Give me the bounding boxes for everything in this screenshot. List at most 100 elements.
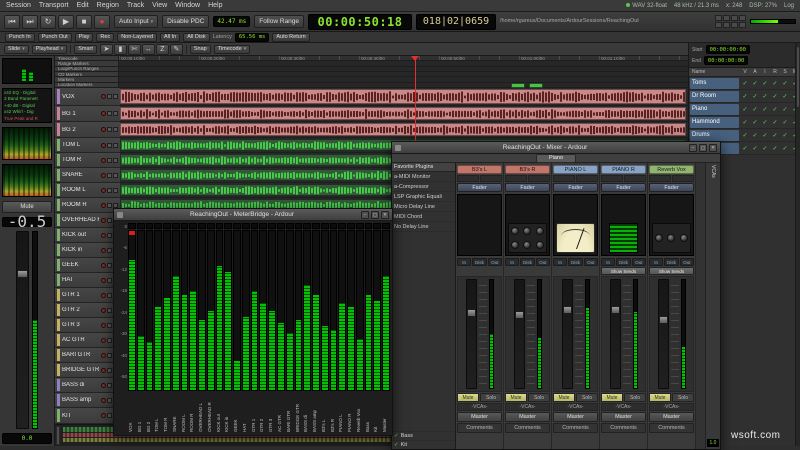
- track-lane[interactable]: [120, 122, 688, 138]
- show-sends-button[interactable]: Show Sends: [601, 267, 646, 275]
- channel-fader[interactable]: [466, 279, 477, 389]
- loop-button[interactable]: ↻: [40, 15, 56, 29]
- io-out-button[interactable]: Out: [488, 258, 502, 266]
- location-marker[interactable]: [529, 83, 543, 88]
- track-header[interactable]: BASS di: [55, 378, 120, 393]
- record-enable-button[interactable]: [101, 398, 106, 403]
- auto-input-combo[interactable]: Auto Input▾: [114, 15, 158, 28]
- visibility-check[interactable]: ✓: [770, 119, 780, 126]
- phase-button[interactable]: [480, 175, 502, 182]
- io-disk-button[interactable]: Disk: [520, 258, 534, 266]
- input-button[interactable]: [553, 175, 575, 182]
- processor-box[interactable]: [601, 194, 646, 256]
- io-out-button[interactable]: Out: [632, 258, 646, 266]
- solo-button[interactable]: Solo: [624, 393, 646, 402]
- solo-button[interactable]: [113, 203, 118, 208]
- input-button[interactable]: [457, 175, 479, 182]
- output-button[interactable]: Master: [553, 412, 598, 422]
- plugin-knob[interactable]: [511, 241, 519, 249]
- fader-handle[interactable]: [515, 311, 524, 319]
- mute-button[interactable]: [107, 413, 112, 418]
- plugin-knob[interactable]: [511, 227, 519, 235]
- gain-control[interactable]: Fader: [505, 183, 550, 192]
- visibility-check[interactable]: ✓: [770, 106, 780, 113]
- io-disk-button[interactable]: Disk: [472, 258, 486, 266]
- solo-button[interactable]: [113, 173, 118, 178]
- record-enable-button[interactable]: [101, 173, 106, 178]
- track-header[interactable]: ROOM R: [55, 198, 120, 213]
- mute-button[interactable]: [107, 127, 112, 132]
- menu-view[interactable]: View: [152, 2, 167, 9]
- track-header[interactable]: TOM L: [55, 138, 120, 153]
- track-header[interactable]: TOM R: [55, 153, 120, 168]
- ruler-lane[interactable]: [119, 61, 688, 65]
- menu-edit[interactable]: Edit: [77, 2, 89, 9]
- mute-button[interactable]: [107, 143, 112, 148]
- selected-strip-label[interactable]: Piano: [536, 154, 576, 163]
- solo-button[interactable]: Solo: [480, 393, 502, 402]
- comments-button[interactable]: Comments: [505, 423, 550, 433]
- mute-button[interactable]: [107, 278, 112, 283]
- track-header[interactable]: ROOM L: [55, 183, 120, 198]
- track-header[interactable]: BASS amp: [55, 393, 120, 408]
- record-enable-button[interactable]: [101, 383, 106, 388]
- fader-handle[interactable]: [611, 306, 620, 314]
- menu-track[interactable]: Track: [127, 2, 144, 9]
- visibility-check[interactable]: ✓: [750, 132, 760, 139]
- aux-button[interactable]: [715, 22, 722, 28]
- aux-button[interactable]: [723, 22, 730, 28]
- io-in-button[interactable]: In: [505, 258, 519, 266]
- mute-button[interactable]: [107, 368, 112, 373]
- solo-button[interactable]: [113, 94, 118, 99]
- processor-entry[interactable]: +40 dB - Digital: [4, 103, 50, 108]
- solo-button[interactable]: Solo: [576, 393, 598, 402]
- input-button[interactable]: [649, 175, 671, 182]
- visibility-check[interactable]: ✓: [780, 132, 790, 139]
- disable-pdc-button[interactable]: Disable PDC: [162, 15, 209, 28]
- processor-entry[interactable]: 3 Band Parametr: [4, 96, 50, 101]
- visibility-check[interactable]: ✓: [760, 93, 770, 100]
- plugin-knob[interactable]: [536, 241, 544, 249]
- io-disk-button[interactable]: Disk: [568, 258, 582, 266]
- solo-button[interactable]: Solo: [528, 393, 550, 402]
- io-out-button[interactable]: Out: [584, 258, 598, 266]
- mute-button[interactable]: [107, 353, 112, 358]
- visibility-check[interactable]: ✓: [740, 80, 750, 87]
- visibility-check[interactable]: ✓: [780, 93, 790, 100]
- strip-name-button[interactable]: Reverb Vox: [649, 165, 694, 174]
- selection-end-clock[interactable]: 00:00:00:00: [704, 56, 748, 65]
- vca-assign-button[interactable]: -VCAs-: [553, 403, 598, 411]
- record-enable-button[interactable]: [101, 323, 106, 328]
- aux-button[interactable]: [723, 15, 730, 21]
- strip-list-item[interactable]: ✓Kit: [392, 440, 455, 449]
- track-header[interactable]: KICK out: [55, 228, 120, 243]
- strip-name-button[interactable]: B3's R: [505, 165, 550, 174]
- track-header[interactable]: BRIDGE GTR: [55, 363, 120, 378]
- record-enable-button[interactable]: [101, 143, 106, 148]
- audio-region[interactable]: [120, 107, 686, 120]
- vca-gain-display[interactable]: 1.0: [707, 439, 719, 447]
- ruler-lane[interactable]: [119, 67, 688, 71]
- comments-button[interactable]: Comments: [601, 423, 646, 433]
- mixer-titlebar[interactable]: ReachingOut - Mixer - Ardour – ▢ ✕: [392, 142, 720, 154]
- record-button[interactable]: ●: [94, 15, 110, 29]
- aux-button[interactable]: [731, 15, 738, 21]
- track-header[interactable]: GEEK: [55, 258, 120, 273]
- ruler-lane[interactable]: [119, 72, 688, 76]
- plugin-knob[interactable]: [667, 234, 675, 242]
- io-out-button[interactable]: Out: [536, 258, 550, 266]
- play-button[interactable]: ▶: [58, 15, 74, 29]
- gain-control[interactable]: Fader: [457, 183, 502, 192]
- fader-handle[interactable]: [17, 270, 28, 278]
- range-tool[interactable]: ▮: [114, 44, 127, 55]
- plugin-knob[interactable]: [523, 241, 531, 249]
- visibility-check[interactable]: ✓: [770, 93, 780, 100]
- location-marker[interactable]: [511, 83, 525, 88]
- zoom-tool[interactable]: Z: [156, 44, 169, 55]
- aux-button[interactable]: [739, 15, 746, 21]
- toggle-play[interactable]: Play: [75, 33, 94, 42]
- aux-button[interactable]: [731, 22, 738, 28]
- maximize-icon[interactable]: ▢: [371, 211, 379, 219]
- mute-button[interactable]: [107, 218, 112, 223]
- toggle-punch-out[interactable]: Punch Out: [38, 33, 72, 42]
